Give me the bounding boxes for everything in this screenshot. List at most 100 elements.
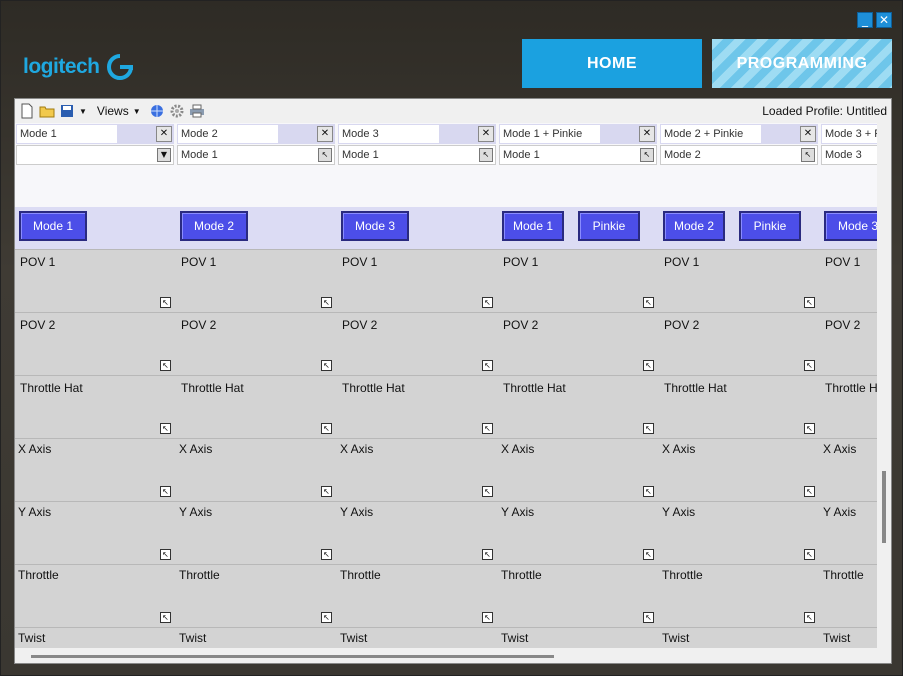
expand-arrow-icon[interactable]: ↖ [160, 297, 171, 308]
assignment-cell[interactable]: Throttle Hat↖ [820, 375, 877, 438]
vertical-scrollbar[interactable] [879, 123, 891, 648]
mode-name-field[interactable]: Mode 2 + Pinkie [661, 125, 761, 143]
expand-arrow-icon[interactable]: ↖ [321, 612, 332, 623]
expand-arrow-icon[interactable]: ↖ [160, 612, 171, 623]
expand-arrow-icon[interactable]: ↖ [643, 612, 654, 623]
assignment-cell[interactable]: POV 2 ↖ [659, 312, 820, 375]
assignment-cell[interactable]: X Axis↖ [15, 438, 176, 501]
assignment-cell[interactable]: POV 2 ↖ [15, 312, 176, 375]
vertical-scroll-thumb[interactable] [882, 471, 886, 543]
minimize-icon[interactable]: _ [857, 12, 873, 28]
assignment-cell[interactable]: Throttle Hat↖ [15, 375, 176, 438]
assignment-cell[interactable]: Twist [176, 627, 337, 648]
assignment-cell[interactable]: X Axis↖ [659, 438, 820, 501]
assignment-cell[interactable]: POV 2 ↖ [176, 312, 337, 375]
settings-gear-icon[interactable] [169, 103, 185, 119]
expand-arrow-icon[interactable]: ↖ [804, 612, 815, 623]
mode-name-field[interactable]: Mode 1 + Pinkie [500, 125, 600, 143]
assignment-cell[interactable]: Throttle↖ [337, 564, 498, 627]
horizontal-scrollbar[interactable] [15, 649, 891, 663]
assignment-cell[interactable]: Twist [15, 627, 176, 648]
expand-arrow-icon[interactable]: ↖ [160, 360, 171, 371]
expand-arrow-icon[interactable]: ↖ [643, 423, 654, 434]
assignment-cell[interactable]: Y Axis↖ [15, 501, 176, 564]
sub-mode-select[interactable]: Mode 1 ↖ [177, 145, 335, 165]
assignment-cell[interactable]: X Axis↖ [176, 438, 337, 501]
expand-arrow-icon[interactable]: ↖ [482, 360, 493, 371]
assignment-cell[interactable]: POV 2 ↖ [498, 312, 659, 375]
assignment-cell[interactable]: Throttle↖ [176, 564, 337, 627]
mode-button[interactable]: Mode 3 [824, 211, 877, 241]
horizontal-scroll-thumb[interactable] [31, 655, 554, 658]
link-icon[interactable]: ↖ [318, 148, 332, 162]
views-dropdown-icon[interactable]: ▼ [133, 107, 141, 116]
assignment-cell[interactable]: Throttle Hat↖ [337, 375, 498, 438]
mode-tools-icon[interactable]: ✕ [639, 126, 655, 142]
close-icon[interactable]: ✕ [876, 12, 892, 28]
home-tab[interactable]: HOME [522, 39, 702, 88]
open-folder-icon[interactable] [39, 103, 55, 119]
mode-tools-icon[interactable]: ✕ [478, 126, 494, 142]
mode-tools-icon[interactable]: ✕ [317, 126, 333, 142]
assignment-cell[interactable]: POV 1↖ [15, 249, 176, 312]
assignment-cell[interactable]: Y Axis↖ [498, 501, 659, 564]
mode-tools-icon[interactable]: ✕ [800, 126, 816, 142]
expand-arrow-icon[interactable]: ↖ [321, 360, 332, 371]
assignment-cell[interactable]: Twist [820, 627, 877, 648]
assignment-cell[interactable]: Twist [659, 627, 820, 648]
sub-mode-select[interactable]: Mode 1 ↖ [338, 145, 496, 165]
assignment-cell[interactable]: Twist [337, 627, 498, 648]
mode-button[interactable]: Pinkie [578, 211, 640, 241]
assignment-cell[interactable]: Throttle↖ [15, 564, 176, 627]
programming-tab[interactable]: PROGRAMMING [712, 39, 892, 88]
assignment-cell[interactable]: Y Axis↖ [820, 501, 877, 564]
assignment-cell[interactable]: POV 1↖ [820, 249, 877, 312]
assignment-cell[interactable]: POV 2 ↖ [337, 312, 498, 375]
expand-arrow-icon[interactable]: ↖ [160, 486, 171, 497]
expand-arrow-icon[interactable]: ↖ [482, 297, 493, 308]
assignment-cell[interactable]: X Axis↖ [498, 438, 659, 501]
new-file-icon[interactable] [19, 103, 35, 119]
expand-arrow-icon[interactable]: ↖ [321, 549, 332, 560]
expand-arrow-icon[interactable]: ↖ [643, 486, 654, 497]
assignment-cell[interactable]: POV 1↖ [337, 249, 498, 312]
sub-mode-select[interactable]: Mode 1 ↖ [499, 145, 657, 165]
expand-arrow-icon[interactable]: ↖ [804, 297, 815, 308]
expand-arrow-icon[interactable]: ↖ [482, 612, 493, 623]
expand-arrow-icon[interactable]: ↖ [804, 486, 815, 497]
assignment-cell[interactable]: Twist [498, 627, 659, 648]
mode-button[interactable]: Mode 1 [502, 211, 564, 241]
mode-name-field[interactable]: Mode 2 [178, 125, 278, 143]
expand-arrow-icon[interactable]: ↖ [321, 423, 332, 434]
chevron-down-icon[interactable]: ▼ [157, 148, 171, 162]
mode-name-field[interactable]: Mode 3 [339, 125, 439, 143]
assignment-cell[interactable]: X Axis↖ [820, 438, 877, 501]
expand-arrow-icon[interactable]: ↖ [160, 423, 171, 434]
assignment-cell[interactable]: Throttle Hat↖ [659, 375, 820, 438]
assignment-cell[interactable]: Throttle↖ [820, 564, 877, 627]
assignment-cell[interactable]: POV 1↖ [659, 249, 820, 312]
assignment-cell[interactable]: X Axis↖ [337, 438, 498, 501]
assignment-cell[interactable]: POV 1↖ [498, 249, 659, 312]
link-icon[interactable]: ↖ [801, 148, 815, 162]
expand-arrow-icon[interactable]: ↖ [804, 549, 815, 560]
assignment-cell[interactable]: Throttle↖ [498, 564, 659, 627]
expand-arrow-icon[interactable]: ↖ [160, 549, 171, 560]
expand-arrow-icon[interactable]: ↖ [482, 486, 493, 497]
assignment-cell[interactable]: POV 1↖ [176, 249, 337, 312]
save-icon[interactable] [59, 103, 75, 119]
assignment-cell[interactable]: Y Axis↖ [659, 501, 820, 564]
expand-arrow-icon[interactable]: ↖ [643, 360, 654, 371]
mode-button[interactable]: Mode 3 [341, 211, 409, 241]
link-icon[interactable]: ↖ [640, 148, 654, 162]
assignment-cell[interactable]: Throttle Hat↖ [498, 375, 659, 438]
assignment-cell[interactable]: Y Axis↖ [176, 501, 337, 564]
expand-arrow-icon[interactable]: ↖ [321, 297, 332, 308]
sub-mode-select[interactable]: Mode 3↖ [821, 145, 877, 165]
mode-button[interactable]: Mode 2 [663, 211, 725, 241]
link-icon[interactable]: ↖ [479, 148, 493, 162]
globe-icon[interactable] [149, 103, 165, 119]
assignment-cell[interactable]: Y Axis↖ [337, 501, 498, 564]
views-menu[interactable]: Views [97, 104, 129, 118]
mode-name-field[interactable]: Mode 3 + Pinkie [822, 125, 877, 143]
